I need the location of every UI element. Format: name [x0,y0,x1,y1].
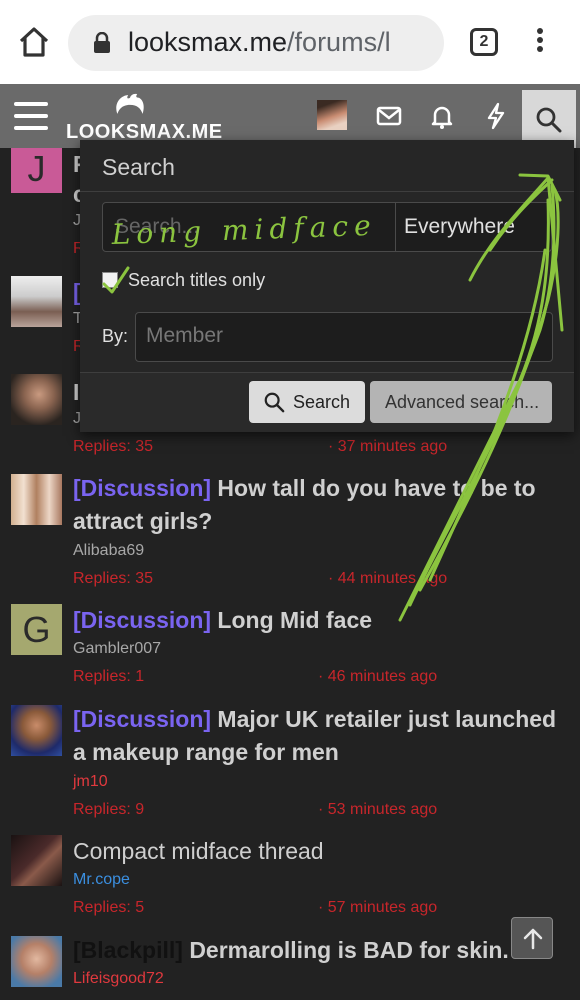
avatar: J [11,148,62,193]
search-dropdown: Search Search... Everywhere Search title… [80,140,574,432]
url-text: looksmax.me/forums/l [128,27,434,58]
thread-title-text: Dermarolling is BAD for skin. [189,937,509,963]
search-menu-footer: Search Advanced search... [80,372,574,432]
search-icon [264,392,285,413]
address-bar[interactable]: looksmax.me/forums/l [68,15,444,71]
more-vert-icon[interactable] [530,28,550,56]
search-scope-select[interactable]: Everywhere [404,215,515,239]
replies-count: Replies: 35 [73,570,154,587]
member-field[interactable]: Member [135,312,553,362]
thread-title[interactable]: [Discussion] Long Mid face [73,604,569,637]
avatar-letter: G [22,609,51,650]
titles-only-checkbox[interactable] [102,272,118,288]
avatar [11,474,62,525]
hair-logo-icon [116,93,144,114]
search-input[interactable]: Search... [115,215,199,239]
site-navbar: LOOKSMAX.ME [0,84,580,148]
by-label: By: [102,326,129,346]
avatar [11,374,62,425]
thread-meta: Replies: 1 · 46 minutes ago [73,668,437,686]
thread-author[interactable]: Mr.cope [73,871,130,889]
timestamp: · 37 minutes ago [328,438,448,455]
thread-title[interactable]: [Blackpill] Dermarolling is BAD for skin… [73,934,569,967]
url-path: /forums/l [287,27,391,57]
replies-count: Replies: 35 [73,438,154,455]
advanced-search-button[interactable]: Advanced search... [370,381,552,423]
timestamp: · 57 minutes ago [318,899,438,916]
site-logo[interactable]: LOOKSMAX.ME [66,92,222,144]
bell-icon[interactable] [428,102,456,130]
avatar [11,705,62,756]
search-button-label: Search [293,392,351,412]
avatar: G [11,604,62,655]
menu-icon[interactable] [14,102,48,130]
thread-title[interactable]: Compact midface thread [73,835,569,868]
thread-author[interactable]: jm10 [73,773,108,791]
thread-prefix: [Discussion] [73,706,212,732]
thread-title-text: Long Mid face [217,607,373,633]
browser-toolbar: looksmax.me/forums/l 2 [0,0,580,84]
timestamp: · 53 minutes ago [318,801,438,818]
thread-meta: Replies: 35 · 37 minutes ago [73,438,447,456]
avatar [11,276,62,327]
thread-title[interactable]: [Discussion] Major UK retailer just laun… [73,703,569,769]
user-avatar[interactable] [317,100,347,130]
mail-icon[interactable] [375,102,403,130]
thread-prefix: [Blackpill] [73,937,183,963]
tabs-icon[interactable]: 2 [470,28,498,56]
lock-icon [94,32,110,53]
thread-author[interactable]: Gambler007 [73,640,161,658]
thread-title[interactable]: [Discussion] How tall do you have to be … [73,472,569,538]
thread-prefix: [Discussion] [73,475,212,501]
avatar [11,936,62,987]
divider [395,203,396,251]
search-menu-title: Search [80,140,574,192]
timestamp: · 46 minutes ago [318,668,438,685]
thread-author[interactable]: Lifeisgood72 [73,970,164,988]
thread-author[interactable]: Alibaba69 [73,542,144,560]
avatar [11,835,62,886]
replies-count: Replies: 5 [73,899,145,916]
search-query-box[interactable]: Search... Everywhere [102,202,552,252]
search-icon [536,107,562,133]
url-host: looksmax.me [128,27,288,57]
thread-meta: Replies: 5 · 57 minutes ago [73,899,437,917]
thread-prefix: [Discussion] [73,607,212,633]
avatar-letter: J [27,148,46,189]
search-button[interactable]: Search [249,381,365,423]
arrow-up-icon [523,928,543,950]
timestamp: · 44 minutes ago [328,570,448,587]
bolt-icon[interactable] [482,102,510,130]
titles-only-label[interactable]: Search titles only [128,270,265,291]
thread-meta: Replies: 35 · 44 minutes ago [73,570,447,588]
scroll-top-button[interactable] [511,917,553,959]
home-icon[interactable] [16,24,52,60]
thread-meta: Replies: 9 · 53 minutes ago [73,801,437,819]
replies-count: Replies: 9 [73,801,145,818]
thread-title-text: Compact midface thread [73,838,324,864]
replies-count: Replies: 1 [73,668,145,685]
